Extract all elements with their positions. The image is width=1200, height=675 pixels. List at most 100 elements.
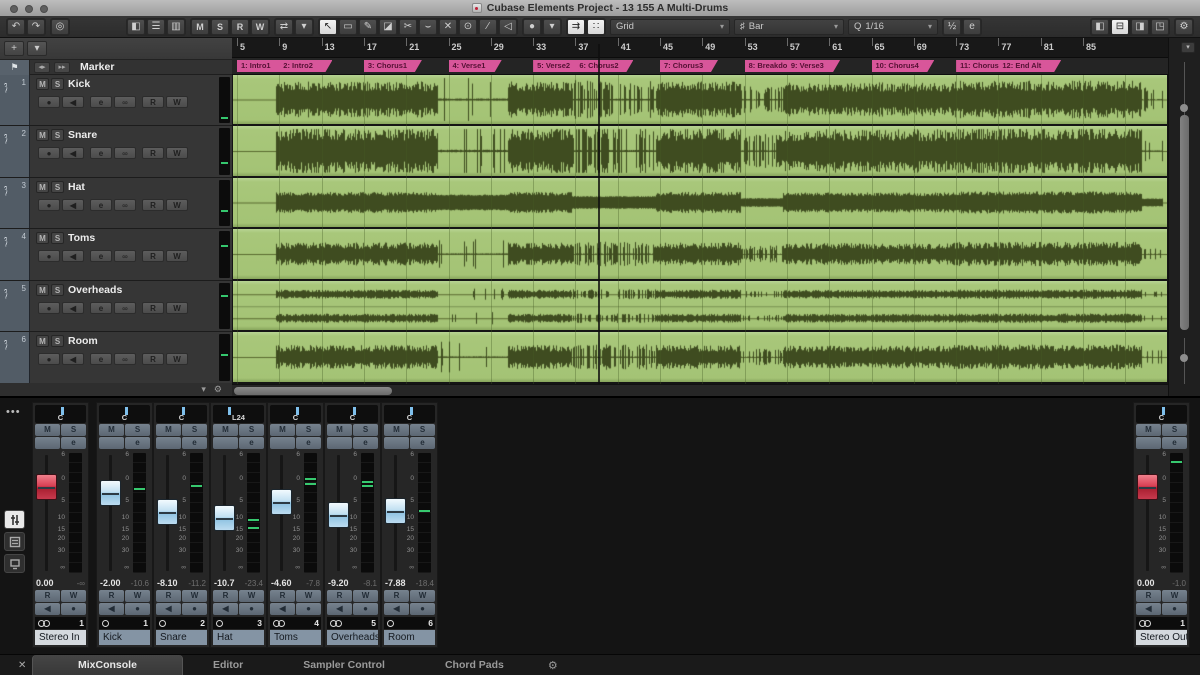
lower-zone-tab[interactable]: MixConsole xyxy=(32,654,183,675)
snap-icon[interactable]: ∷ xyxy=(587,18,605,35)
channel-routing[interactable]: 4 xyxy=(270,617,321,629)
channel-edit-button[interactable]: e xyxy=(353,437,378,449)
vertical-zoom-slider[interactable] xyxy=(1184,62,1185,122)
channel-mute-button[interactable]: M xyxy=(99,424,124,436)
swing-icon[interactable]: ½ xyxy=(943,18,961,35)
pan-control[interactable]: C xyxy=(270,405,321,423)
marker-cycle-icon[interactable]: ▸▸ xyxy=(54,61,70,73)
channel-listen-button[interactable]: L xyxy=(327,437,352,449)
split-tool-icon[interactable]: ✂ xyxy=(399,18,417,35)
vertical-zoom-handle[interactable] xyxy=(1180,104,1188,112)
track-monitor-icon[interactable]: ◀ xyxy=(62,96,84,108)
erase-tool-icon[interactable]: ◪ xyxy=(379,18,397,35)
channel-edit-button[interactable]: e xyxy=(296,437,321,449)
track-solo-button[interactable]: S xyxy=(51,232,64,244)
marker-flag[interactable]: 7: Chorus3 xyxy=(660,60,718,72)
marker-flag[interactable]: 10: Chorus4 xyxy=(872,60,935,72)
quantize-select[interactable]: Q 1/16 ▾ xyxy=(848,18,938,35)
channel-name[interactable]: Snare xyxy=(156,630,207,645)
track-edit-icon[interactable]: e xyxy=(90,250,112,262)
channel-write-button[interactable]: W xyxy=(410,590,435,602)
channel-write-button[interactable]: W xyxy=(239,590,264,602)
channel-monitor-icon[interactable]: ◀ xyxy=(1136,603,1161,615)
channel-read-button[interactable]: R xyxy=(1136,590,1161,602)
mute-all-button[interactable]: M xyxy=(191,18,209,35)
track-bypass-icon[interactable]: ∞ xyxy=(114,96,136,108)
tab-bar-gear-icon[interactable]: ⚙ xyxy=(548,659,558,672)
track-row[interactable]: ᭪ 3 M S Hat ● ◀ e ∞ R W xyxy=(0,178,232,229)
track-write-button[interactable]: W xyxy=(166,353,188,365)
channel-mute-button[interactable]: M xyxy=(213,424,238,436)
track-write-button[interactable]: W xyxy=(166,96,188,108)
channel-routing[interactable]: 1 xyxy=(99,617,150,629)
track-row[interactable]: ᭪ 4 M S Toms ● ◀ e ∞ R W xyxy=(0,229,232,281)
track-solo-button[interactable]: S xyxy=(51,129,64,141)
channel-solo-button[interactable]: S xyxy=(182,424,207,436)
fader-handle[interactable] xyxy=(271,489,292,516)
channel-record-icon[interactable]: ● xyxy=(410,603,435,615)
channel-record-icon[interactable]: ● xyxy=(61,603,86,615)
channel-listen-button[interactable]: L xyxy=(213,437,238,449)
close-window-icon[interactable] xyxy=(10,4,18,13)
timeline-ruler[interactable]: 5 9 13 17 21 25 29 33 37 41 45 49 53 57 … xyxy=(232,38,1168,58)
track-mute-button[interactable]: M xyxy=(36,78,49,90)
track-record-icon[interactable]: ● xyxy=(38,302,60,314)
mixer-strip-page-icon[interactable] xyxy=(4,532,25,551)
channel-monitor-icon[interactable]: ◀ xyxy=(384,603,409,615)
track-record-icon[interactable]: ● xyxy=(38,353,60,365)
track-read-button[interactable]: R xyxy=(142,353,164,365)
channel-read-button[interactable]: R xyxy=(327,590,352,602)
channel-mute-button[interactable]: M xyxy=(156,424,181,436)
channel-record-icon[interactable]: ● xyxy=(125,603,150,615)
track-bypass-icon[interactable]: ∞ xyxy=(114,302,136,314)
track-solo-button[interactable]: S xyxy=(51,181,64,193)
waveform-zoom-handle[interactable] xyxy=(1180,354,1188,362)
channel-routing[interactable]: 2 xyxy=(156,617,207,629)
mixer-channel-strip[interactable]: L24 M S L e 60510152030∞ -10.7 xyxy=(210,402,267,648)
channel-solo-button[interactable]: S xyxy=(296,424,321,436)
horizontal-scrollbar[interactable] xyxy=(232,384,1168,396)
redo-icon[interactable]: ↷ xyxy=(27,18,45,35)
title-bar[interactable]: Cubase Elements Project - 13 155 A Multi… xyxy=(0,0,1200,16)
channel-solo-button[interactable]: S xyxy=(1162,424,1187,436)
track-read-button[interactable]: R xyxy=(142,199,164,211)
track-row[interactable]: ᭪ 2 M S Snare ● ◀ e ∞ R W xyxy=(0,126,232,178)
left-zone-icon[interactable]: ◧ xyxy=(1091,18,1109,35)
channel-routing[interactable]: 1 xyxy=(1136,617,1187,629)
track-edit-icon[interactable]: e xyxy=(90,302,112,314)
channel-write-button[interactable]: W xyxy=(1162,590,1187,602)
range-tool-icon[interactable]: ▭ xyxy=(339,18,357,35)
channel-monitor-icon[interactable]: ◀ xyxy=(327,603,352,615)
channel-read-button[interactable]: R xyxy=(156,590,181,602)
marker-flag[interactable]: 3: Chorus1 xyxy=(364,60,422,72)
channel-mute-button[interactable]: M xyxy=(327,424,352,436)
track-bypass-icon[interactable]: ∞ xyxy=(114,199,136,211)
arrange-area[interactable]: 5 9 13 17 21 25 29 33 37 41 45 49 53 57 … xyxy=(232,38,1168,396)
fader-handle[interactable] xyxy=(1137,473,1158,500)
channel-name[interactable]: Kick xyxy=(99,630,150,645)
track-record-icon[interactable]: ● xyxy=(38,147,60,159)
track-record-icon[interactable]: ● xyxy=(38,250,60,262)
channel-mute-button[interactable]: M xyxy=(270,424,295,436)
track-edit-icon[interactable]: e xyxy=(90,199,112,211)
marker-lane[interactable]: 1: Intro1 2: Intro2 3: Chorus1 4: Verse1… xyxy=(232,58,1168,75)
track-mute-button[interactable]: M xyxy=(36,335,49,347)
activate-project-icon[interactable]: ◎ xyxy=(51,18,69,35)
channel-record-icon[interactable]: ● xyxy=(1162,603,1187,615)
track-row[interactable]: ᭪ 1 M S Kick ● ◀ e ∞ R W xyxy=(0,75,232,126)
fader-handle[interactable] xyxy=(157,498,178,525)
channel-routing[interactable]: 3 xyxy=(213,617,264,629)
channel-listen-button[interactable]: L xyxy=(1136,437,1161,449)
glue-tool-icon[interactable]: ⌣ xyxy=(419,18,437,35)
mixconsole-menu-icon[interactable]: ••• xyxy=(6,406,21,418)
close-lower-zone-icon[interactable]: ✕ xyxy=(18,660,32,671)
solo-all-button[interactable]: S xyxy=(211,18,229,35)
track-edit-icon[interactable]: e xyxy=(90,147,112,159)
lower-zone-tab[interactable]: Editor xyxy=(183,655,273,675)
track-bypass-icon[interactable]: ∞ xyxy=(114,353,136,365)
channel-record-icon[interactable]: ● xyxy=(353,603,378,615)
track-row[interactable]: ᭪ 5 M S Overheads ● ◀ e ∞ R W xyxy=(0,281,232,332)
channel-read-button[interactable]: R xyxy=(213,590,238,602)
mixer-channel-strip[interactable]: C M S L e 60510152030∞ 0.00 xyxy=(32,402,89,648)
write-all-button[interactable]: W xyxy=(251,18,269,35)
